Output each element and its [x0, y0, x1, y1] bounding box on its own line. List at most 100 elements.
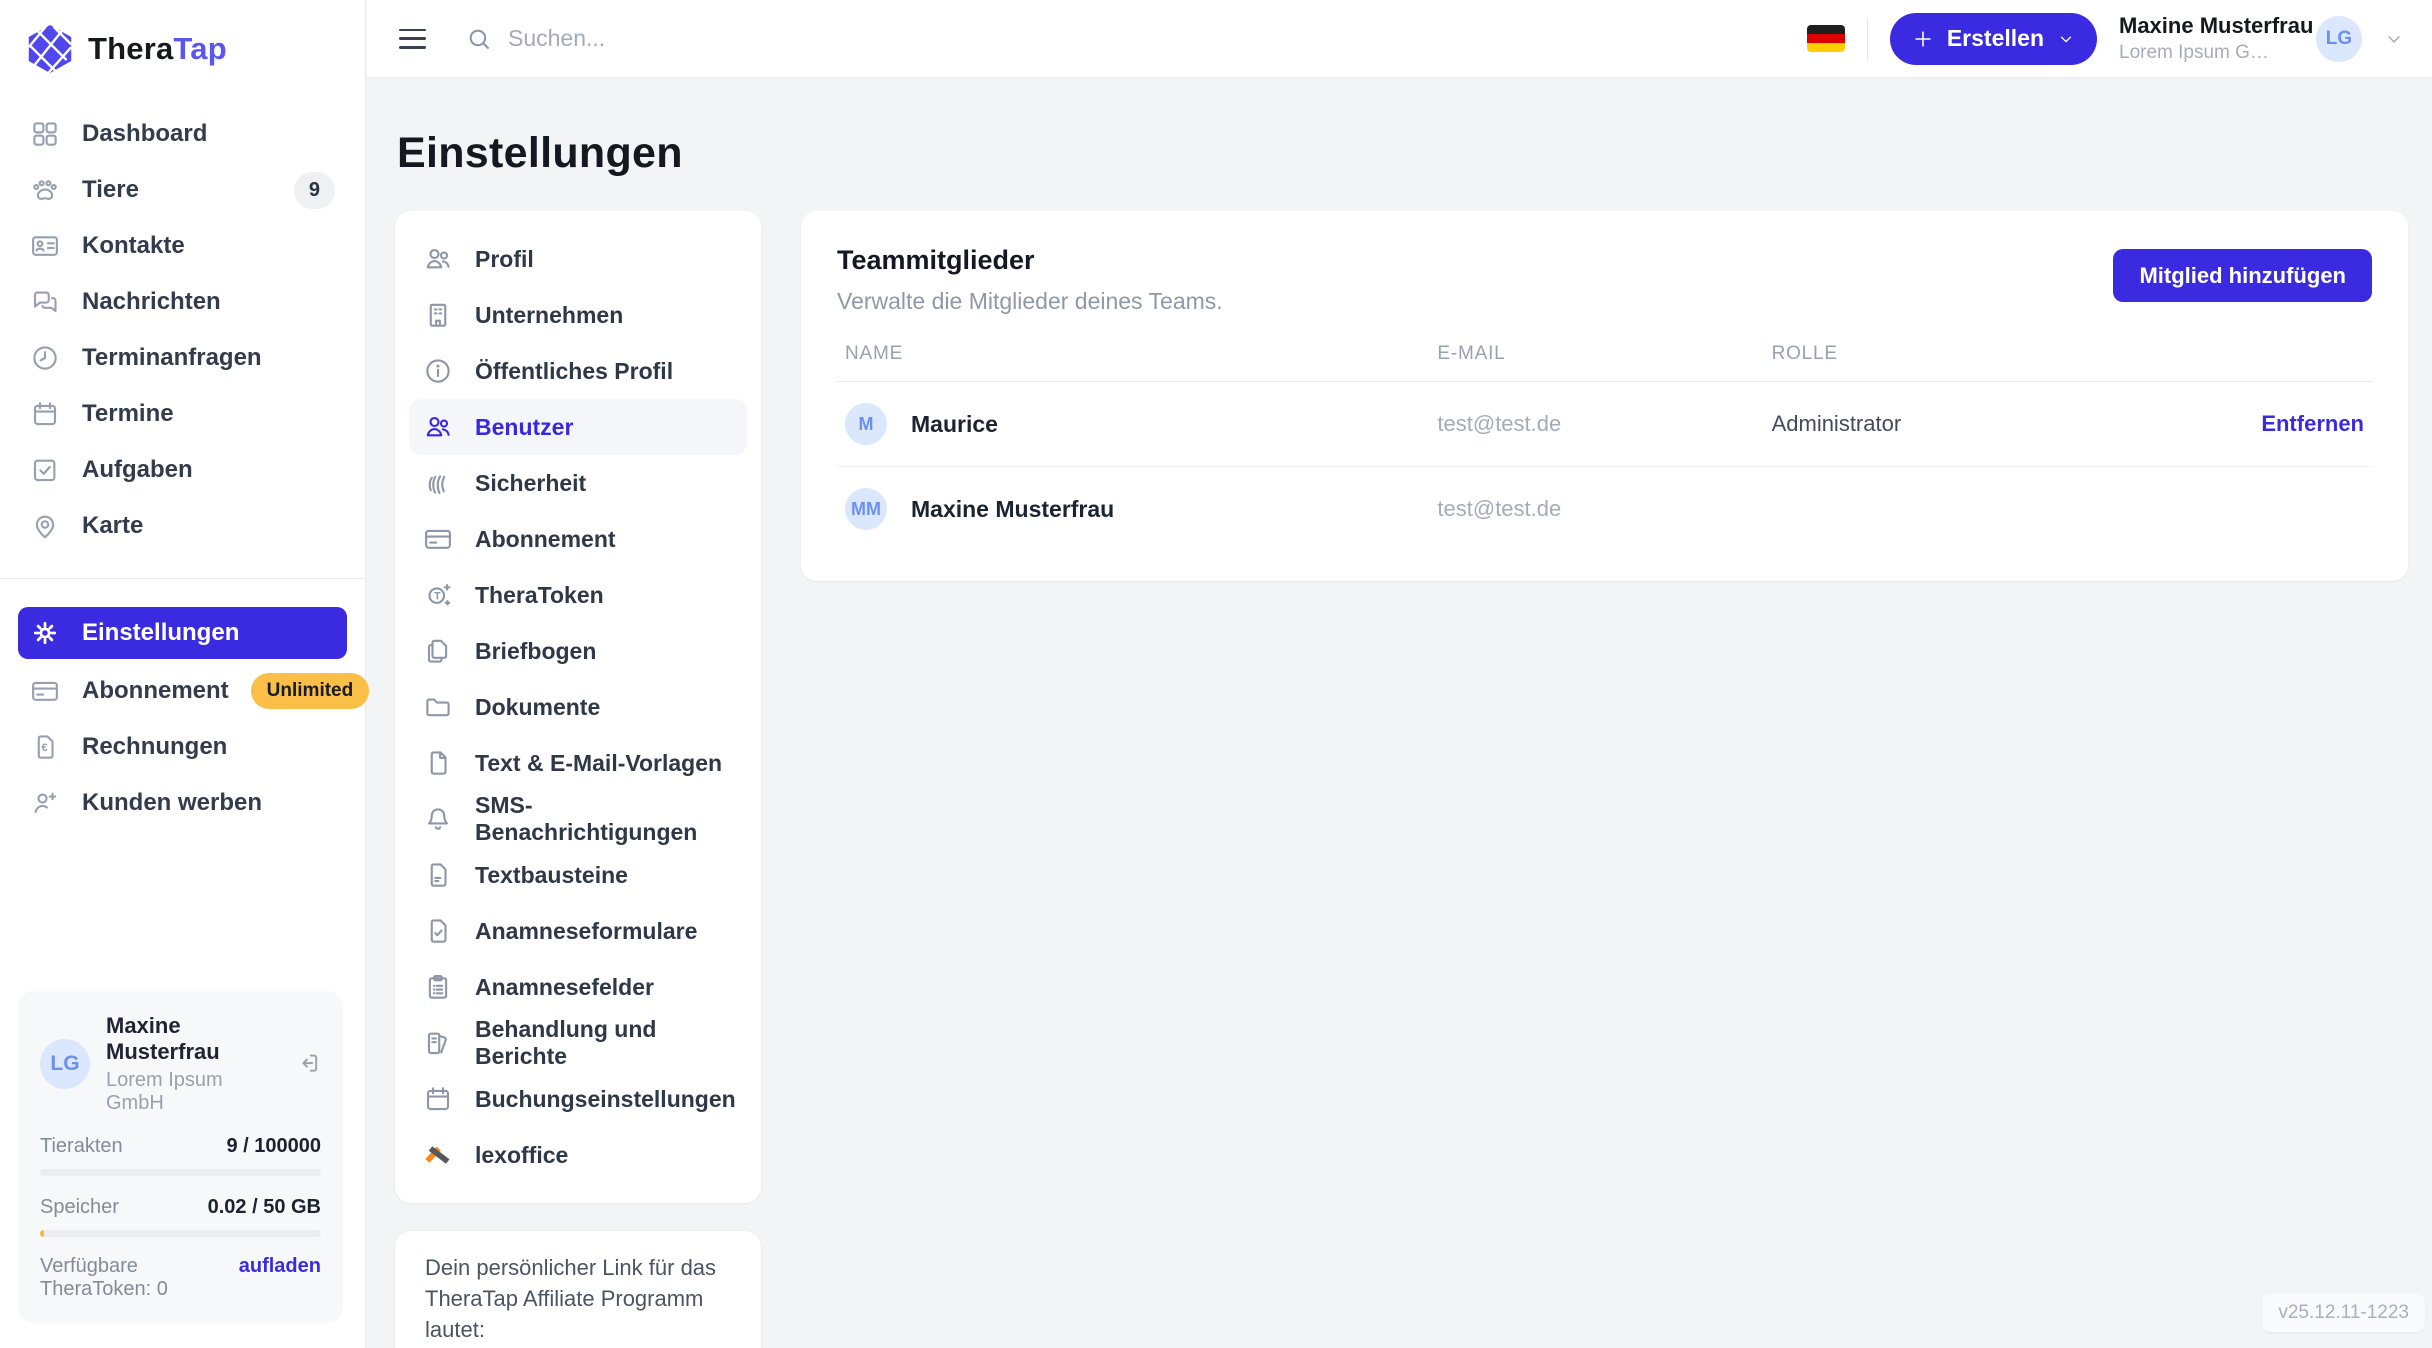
sidebar-item-kontakte[interactable]: Kontakte	[18, 218, 347, 274]
sidebar-item-terminanfragen[interactable]: Terminanfragen	[18, 330, 347, 386]
settings-nav-lexoffice[interactable]: lexoffice	[409, 1127, 747, 1183]
sidebar-item-dashboard[interactable]: Dashboard	[18, 106, 347, 162]
settings-nav-label: Anamnesefelder	[475, 974, 654, 1001]
lexoffice-logo-icon	[423, 1140, 453, 1170]
sidebar-item-label: Nachrichten	[82, 288, 221, 316]
sidebar-item-nachrichten[interactable]: Nachrichten	[18, 274, 347, 330]
remove-member-link[interactable]: Entfernen	[2224, 411, 2364, 437]
settings-nav-benutzer[interactable]: Benutzer	[409, 399, 747, 455]
team-members-card: Teammitglieder Verwalte die Mitglieder d…	[801, 211, 2408, 581]
sidebar-item-abonnement[interactable]: Abonnement Unlimited	[18, 663, 347, 719]
map-pin-icon	[30, 511, 60, 541]
contact-card-icon	[30, 231, 60, 261]
speicher-progress-bar	[40, 1230, 321, 1237]
settings-nav-label: lexoffice	[475, 1142, 568, 1169]
user-menu-chevron-icon[interactable]	[2384, 29, 2404, 49]
settings-nav-unternehmen[interactable]: Unternehmen	[409, 287, 747, 343]
credit-card-icon	[30, 676, 60, 706]
sidebar-item-rechnungen[interactable]: € Rechnungen	[18, 719, 347, 775]
calendar-icon	[30, 399, 60, 429]
chevron-down-icon	[2057, 30, 2075, 48]
token-balance-label: Verfügbare TheraToken: 0	[40, 1255, 239, 1301]
sidebar: TheraTap Dashboard Tiere 9 Kontakte Nach…	[0, 0, 366, 1348]
settings-nav-sicherheit[interactable]: Sicherheit	[409, 455, 747, 511]
topbar-user-info[interactable]: Maxine Musterfrau Lorem Ipsum G…	[2119, 13, 2294, 63]
affiliate-card: Dein persönlicher Link für das TheraTap …	[395, 1231, 761, 1348]
page-title: Einstellungen	[397, 129, 2408, 178]
member-email: test@test.de	[1437, 411, 1771, 437]
settings-nav-briefbogen[interactable]: Briefbogen	[409, 623, 747, 679]
settings-nav-textbausteine[interactable]: Textbausteine	[409, 847, 747, 903]
settings-nav-sms-benachrichtigungen[interactable]: SMS-Benachrichtigungen	[409, 791, 747, 847]
create-button[interactable]: Erstellen	[1890, 13, 2097, 65]
table-row: MM Maxine Musterfrau test@test.de	[837, 467, 2372, 551]
chat-icon	[30, 287, 60, 317]
settings-nav-abonnement[interactable]: Abonnement	[409, 511, 747, 567]
settings-nav-label: Briefbogen	[475, 638, 596, 665]
stat-tierakten: Tierakten 9 / 100000	[40, 1135, 321, 1158]
file-icon	[423, 748, 453, 778]
user-plus-icon	[30, 788, 60, 818]
logout-icon[interactable]	[297, 1051, 321, 1078]
sidebar-item-aufgaben[interactable]: Aufgaben	[18, 442, 347, 498]
settings-nav-label: SMS-Benachrichtigungen	[475, 792, 733, 846]
settings-nav-label: Profil	[475, 246, 534, 273]
column-header-role: ROLLE	[1772, 343, 2224, 365]
settings-nav-oeffentliches-profil[interactable]: Öffentliches Profil	[409, 343, 747, 399]
team-title: Teammitglieder	[837, 245, 1223, 276]
menu-toggle-icon[interactable]	[399, 29, 426, 49]
calendar-icon	[423, 1084, 453, 1114]
settings-nav-anamnesefelder[interactable]: Anamnesefelder	[409, 959, 747, 1015]
sidebar-item-einstellungen[interactable]: Einstellungen	[18, 607, 347, 659]
user-name: Maxine Musterfrau	[106, 1013, 281, 1065]
profile-users-icon	[423, 244, 453, 274]
app-version-badge: v25.12.11-1223	[2262, 1294, 2425, 1332]
sidebar-item-label: Karte	[82, 512, 143, 540]
settings-nav-anamneseformulare[interactable]: Anamneseformulare	[409, 903, 747, 959]
team-table: NAME E-MAIL ROLLE M Maurice test@test.de…	[837, 343, 2372, 551]
sidebar-item-kunden-werben[interactable]: Kunden werben	[18, 775, 347, 831]
member-avatar: M	[845, 403, 887, 445]
settings-nav-profil[interactable]: Profil	[409, 231, 747, 287]
gear-icon	[30, 618, 60, 648]
member-avatar: MM	[845, 488, 887, 530]
main-content: Einstellungen Profil Unternehmen Öffentl…	[367, 79, 2432, 1348]
user-company: Lorem Ipsum GmbH	[106, 1069, 281, 1115]
sidebar-user-card: LG Maxine Musterfrau Lorem Ipsum GmbH Ti…	[18, 991, 343, 1323]
pages-icon	[423, 636, 453, 666]
settings-nav-text-email-vorlagen[interactable]: Text & E-Mail-Vorlagen	[409, 735, 747, 791]
topbar: Erstellen Maxine Musterfrau Lorem Ipsum …	[367, 0, 2432, 78]
global-search	[466, 25, 1807, 52]
tiere-count-badge: 9	[294, 172, 335, 209]
topbar-divider	[1867, 18, 1868, 60]
german-flag-icon[interactable]	[1807, 25, 1845, 52]
search-input[interactable]	[508, 25, 1108, 52]
sidebar-item-tiere[interactable]: Tiere 9	[18, 162, 347, 218]
tierakten-progress-bar	[40, 1169, 321, 1176]
sidebar-item-karte[interactable]: Karte	[18, 498, 347, 554]
settings-nav-dokumente[interactable]: Dokumente	[409, 679, 747, 735]
sidebar-item-termine[interactable]: Termine	[18, 386, 347, 442]
add-member-button[interactable]: Mitglied hinzufügen	[2113, 249, 2372, 302]
topbar-avatar[interactable]: LG	[2316, 16, 2362, 62]
settings-nav-behandlung-berichte[interactable]: Behandlung und Berichte	[409, 1015, 747, 1071]
settings-nav-theratoken[interactable]: T TheraToken	[409, 567, 747, 623]
settings-nav-buchungseinstellungen[interactable]: Buchungseinstellungen	[409, 1071, 747, 1127]
stat-speicher: Speicher 0.02 / 50 GB	[40, 1196, 321, 1219]
svg-text:T: T	[434, 591, 441, 603]
topbar-user-name: Maxine Musterfrau	[2119, 13, 2294, 38]
fingerprint-icon	[423, 468, 453, 498]
user-avatar: LG	[40, 1039, 90, 1089]
clipboard-list-icon	[423, 972, 453, 1002]
bell-icon	[423, 804, 453, 834]
settings-nav-label: Textbausteine	[475, 862, 628, 889]
folder-icon	[423, 692, 453, 722]
column-header-email: E-MAIL	[1437, 343, 1771, 365]
sidebar-item-label: Tiere	[82, 176, 139, 204]
app-logo[interactable]: TheraTap	[0, 0, 365, 82]
settings-nav-label: Öffentliches Profil	[475, 358, 673, 385]
settings-nav-label: Anamneseformulare	[475, 918, 697, 945]
sidebar-item-label: Aufgaben	[82, 456, 193, 484]
settings-nav-label: Abonnement	[475, 526, 616, 553]
token-topup-link[interactable]: aufladen	[239, 1255, 321, 1301]
